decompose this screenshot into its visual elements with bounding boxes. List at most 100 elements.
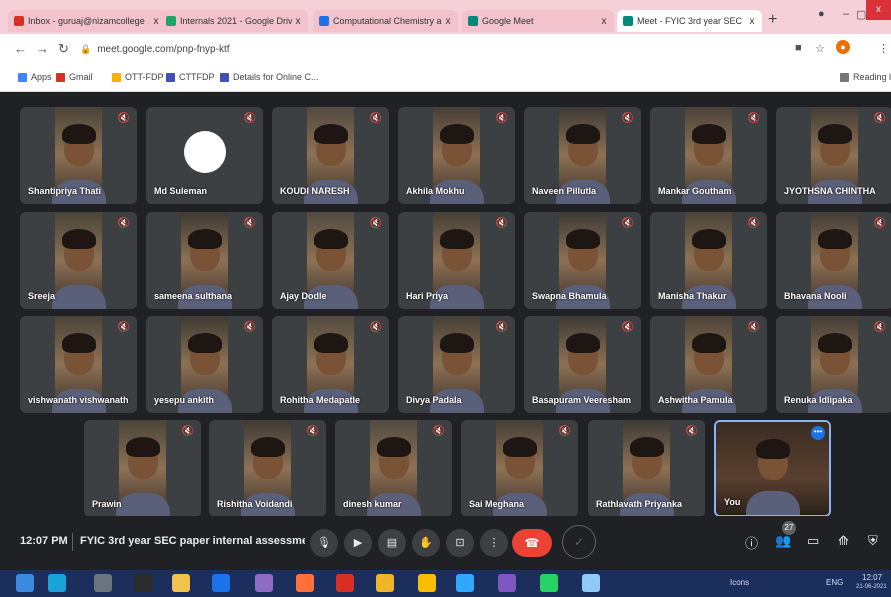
minimize-icon[interactable]: – — [843, 8, 849, 20]
mic-muted-icon: 🔇 — [243, 218, 256, 229]
participant-tile[interactable]: 🔇 Divya Padala — [398, 316, 515, 413]
bookmark-label: OTT-FDP — [125, 72, 164, 82]
participant-tile[interactable]: 🔇 Sai Meghana — [461, 420, 578, 517]
participant-hair — [691, 333, 726, 354]
url-field[interactable]: 🔒 meet.google.com/pnp-fnyp-ktf — [80, 40, 770, 58]
camera-toggle-button[interactable]: ▶ — [344, 529, 372, 557]
bookmark-item[interactable]: Gmail — [56, 72, 93, 82]
camera-permission-icon[interactable]: ■ — [795, 42, 802, 54]
acrobat-icon[interactable] — [336, 574, 354, 592]
reading-list-button[interactable]: Reading li — [840, 72, 891, 82]
mic-muted-icon: 🔇 — [621, 322, 634, 333]
maximize-icon[interactable]: ▢ — [856, 8, 866, 21]
participant-tile[interactable]: 🔇 JYOTHSNA CHINTHA — [776, 107, 891, 204]
participant-tile[interactable]: 🔇 Bhavana Nooli — [776, 212, 891, 309]
participant-tile[interactable]: 🔇 Ashwitha Pamula — [650, 316, 767, 413]
tab-close-icon[interactable]: x — [292, 16, 304, 27]
photoshop-icon[interactable] — [456, 574, 474, 592]
participant-tile[interactable]: 🔇 yesepu ankith — [146, 316, 263, 413]
whatsapp-icon[interactable] — [540, 574, 558, 592]
tab-close-icon[interactable]: x — [598, 16, 610, 27]
participant-tile[interactable]: 🔇 Md Suleman — [146, 107, 263, 204]
browser-tab[interactable]: Google Meet x — [462, 10, 614, 32]
people-icon[interactable]: 👥 — [775, 533, 791, 549]
participant-tile[interactable]: 🔇 Akhila Mokhu — [398, 107, 515, 204]
leave-call-button[interactable]: ☎ — [512, 529, 552, 557]
tab-close-icon[interactable]: x — [442, 16, 454, 27]
file-explorer-icon[interactable] — [172, 574, 190, 592]
participant-tile[interactable]: 🔇 Hari Priya — [398, 212, 515, 309]
new-tab-button[interactable]: + — [768, 11, 777, 29]
camera-app-icon[interactable] — [134, 574, 152, 592]
participant-tile[interactable]: 🔇 Naveen Pillutla — [524, 107, 641, 204]
app2-icon[interactable] — [376, 574, 394, 592]
meeting-title[interactable]: FYIC 3rd year SEC paper internal assessm… — [80, 535, 305, 547]
host-controls-icon[interactable]: ⛨ — [868, 533, 878, 549]
participant-tile[interactable]: 🔇 Rohitha Medapatle — [272, 316, 389, 413]
bookmark-item[interactable]: Apps — [18, 72, 52, 82]
pen-tool-icon[interactable] — [48, 574, 66, 592]
meeting-info-icon[interactable]: ⓘ — [745, 533, 758, 552]
present-screen-button[interactable]: ⊡ — [446, 529, 474, 557]
browser-tab[interactable]: Computational Chemistry and x — [313, 10, 458, 32]
recording-indicator[interactable]: ✓ — [562, 525, 596, 559]
participant-tile[interactable]: ••• You — [714, 420, 831, 517]
participant-tile[interactable]: 🔇 Basapuram Veeresham — [524, 316, 641, 413]
tab-label: Internals 2021 - Google Drive — [180, 16, 292, 26]
participant-hair — [187, 333, 222, 354]
app3-icon[interactable] — [498, 574, 516, 592]
browser-tab[interactable]: Meet - FYIC 3rd year SEC x — [617, 10, 762, 32]
participant-tile[interactable]: 🔇 Sreeja — [20, 212, 137, 309]
participant-tile[interactable]: 🔇 Ajay Dodle — [272, 212, 389, 309]
participant-tile[interactable]: 🔇 dinesh kumar — [335, 420, 452, 517]
chrome-icon[interactable] — [418, 574, 436, 592]
participant-tile[interactable]: 🔇 sameena sulthana — [146, 212, 263, 309]
participant-tile[interactable]: 🔇 Manisha Thakur — [650, 212, 767, 309]
star-icon[interactable]: ☆ — [815, 42, 825, 55]
bookmark-item[interactable]: OTT-FDP — [112, 72, 164, 82]
mic-toggle-button[interactable]: 🎙 — [310, 529, 338, 557]
back-icon[interactable]: ← — [14, 41, 27, 56]
participant-tile[interactable]: 🔇 Swapna Bhamula — [524, 212, 641, 309]
profile-avatar[interactable]: ● — [836, 40, 850, 54]
mic-muted-icon: 🔇 — [117, 218, 130, 229]
windows-start-icon[interactable] — [16, 574, 34, 592]
participant-tile[interactable]: 🔇 Shantipriya Thati — [20, 107, 137, 204]
participant-hair — [691, 229, 726, 250]
meeting-time: 12:07 PM — [20, 535, 68, 547]
bookmark-item[interactable]: CTTFDP — [166, 72, 215, 82]
chat-icon[interactable]: ▭ — [807, 533, 819, 549]
clock-date[interactable]: 21-06-2021 — [856, 584, 887, 590]
bookmark-item[interactable]: Details for Online C... — [220, 72, 319, 82]
participant-tile[interactable]: 🔇 Rishitha Voidandi — [209, 420, 326, 517]
profile-dot-icon[interactable]: ● — [818, 8, 825, 20]
mic-muted-icon: 🔇 — [243, 322, 256, 333]
raise-hand-button[interactable]: ✋ — [412, 529, 440, 557]
more-options-button[interactable]: ⋮ — [480, 529, 508, 557]
captions-button[interactable]: ▤ — [378, 529, 406, 557]
browser-tab[interactable]: Inbox - guruaj@nizamcollege x — [8, 10, 166, 32]
participant-tile[interactable]: 🔇 vishwanath vishwanath — [20, 316, 137, 413]
participant-tile[interactable]: 🔇 Mankar Goutham — [650, 107, 767, 204]
lock-icon: 🔒 — [80, 43, 92, 54]
language-indicator[interactable]: ENG — [826, 578, 843, 587]
activities-icon[interactable]: ⟰ — [838, 533, 849, 549]
notepad-icon[interactable] — [582, 574, 600, 592]
firefox-icon[interactable] — [296, 574, 314, 592]
reload-icon[interactable]: ↻ — [58, 41, 69, 57]
participant-tile[interactable]: 🔇 Rathlavath Priyanka — [588, 420, 705, 517]
menu-kebab-icon[interactable]: ⋮ — [878, 42, 889, 55]
forward-icon[interactable]: → — [36, 41, 49, 56]
participant-tile[interactable]: 🔇 Renuka Idlipaka — [776, 316, 891, 413]
window-close-button[interactable]: x — [866, 0, 891, 20]
tool-icon[interactable] — [94, 574, 112, 592]
app-icon[interactable] — [255, 574, 273, 592]
participant-tile[interactable]: 🔇 KOUDI NARESH — [272, 107, 389, 204]
tab-close-icon[interactable]: x — [746, 16, 758, 27]
reading-list-icon — [840, 72, 849, 82]
participant-tile[interactable]: 🔇 Prawin — [84, 420, 201, 517]
hp-icon[interactable] — [212, 574, 230, 592]
clock-time[interactable]: 12:07 — [862, 573, 882, 582]
more-options-icon[interactable]: ••• — [811, 426, 825, 440]
browser-tab[interactable]: Internals 2021 - Google Drive x — [160, 10, 308, 32]
